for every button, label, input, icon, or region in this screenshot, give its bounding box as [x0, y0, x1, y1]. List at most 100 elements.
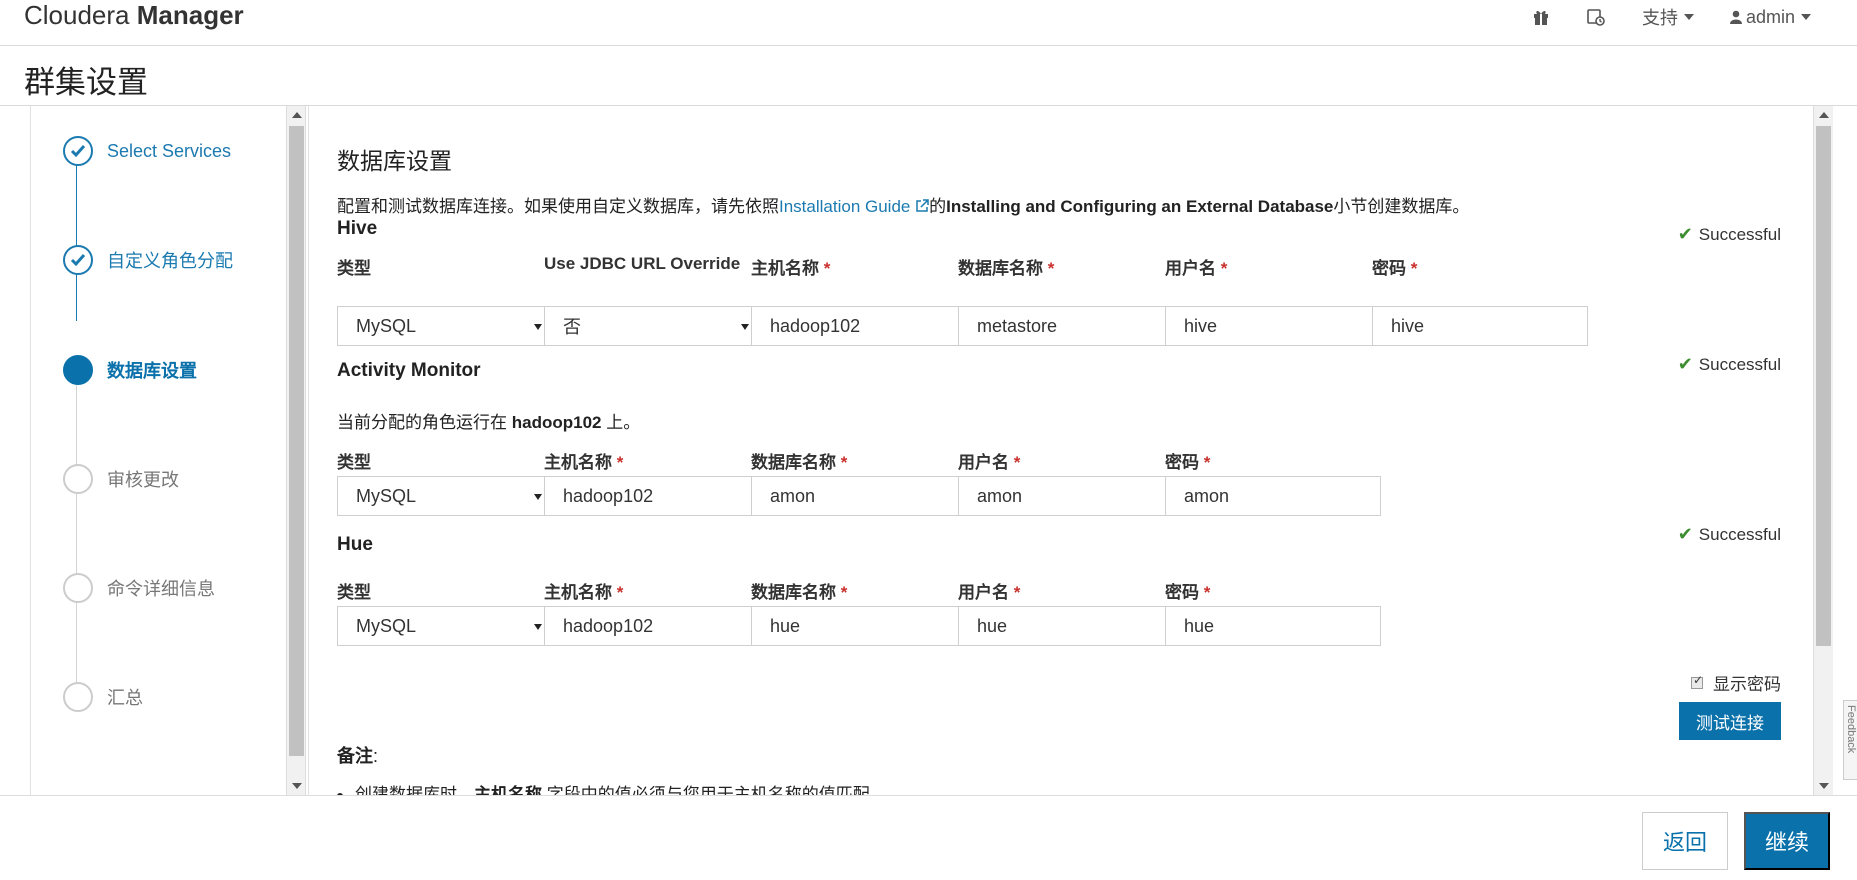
- brand-light: Cloudera: [24, 0, 137, 30]
- step-select-services[interactable]: Select Services: [63, 136, 231, 166]
- top-navbar: Cloudera Manager 支持 admin: [0, 0, 1857, 46]
- check-icon: [63, 136, 93, 166]
- hive-title: Hive: [337, 218, 378, 239]
- amon-type-label: 类型: [337, 453, 371, 472]
- scrollbar-thumb[interactable]: [1816, 126, 1831, 646]
- hue-password-label: 密码 *: [1165, 583, 1211, 602]
- support-label: 支持: [1641, 8, 1678, 28]
- user-menu[interactable]: admin: [1712, 6, 1829, 28]
- hue-status: ✔ Successful: [1677, 524, 1781, 544]
- installation-guide-link[interactable]: Installation Guide: [779, 197, 929, 216]
- back-button[interactable]: 返回: [1642, 812, 1728, 870]
- hive-host-input[interactable]: hadoop102: [751, 306, 967, 346]
- amon-dbname-input[interactable]: amon: [751, 476, 967, 516]
- check-icon: ✔: [1677, 354, 1693, 374]
- amon-status: ✔ Successful: [1677, 354, 1781, 374]
- hue-user-input[interactable]: hue: [958, 606, 1174, 646]
- check-icon: [63, 245, 93, 275]
- pending-step-dot: [63, 464, 93, 494]
- notes-title: 备注:: [337, 746, 379, 766]
- step-label: 命令详细信息: [107, 579, 215, 599]
- hive-dbname-label: 数据库名称 *: [958, 259, 1055, 278]
- scroll-up-icon[interactable]: [292, 112, 302, 118]
- step-label: 自定义角色分配: [107, 251, 233, 271]
- top-nav: 支持 admin: [1514, 6, 1829, 28]
- show-password-toggle[interactable]: 显示密码: [1691, 670, 1781, 695]
- hive-jdbc-select[interactable]: 否: [544, 306, 760, 346]
- wizard-footer: 返回 继续: [0, 795, 1857, 880]
- amon-note: 当前分配的角色运行在 hadoop102 上。: [337, 413, 641, 432]
- note-item: 创建数据库时，主机名称 字段中的值必须与您用于主机名称的值匹配: [337, 780, 870, 795]
- hue-type-select[interactable]: MySQL: [337, 606, 553, 646]
- running-commands-icon[interactable]: [1568, 6, 1624, 28]
- amon-host-input[interactable]: hadoop102: [544, 476, 760, 516]
- hue-title: Hue: [337, 534, 373, 555]
- brand-logo[interactable]: Cloudera Manager: [24, 0, 244, 30]
- hive-dbname-input[interactable]: metastore: [958, 306, 1174, 346]
- hive-type-select[interactable]: MySQL: [337, 306, 553, 346]
- step-command-details: 命令详细信息: [63, 573, 215, 603]
- amon-type-select[interactable]: MySQL: [337, 476, 553, 516]
- hive-jdbc-label: Use JDBC URL Override: [544, 254, 741, 273]
- show-password-checkbox[interactable]: [1691, 673, 1703, 689]
- amon-password-label: 密码 *: [1165, 453, 1211, 472]
- hue-password-input[interactable]: hue: [1165, 606, 1381, 646]
- hue-host-input[interactable]: hadoop102: [544, 606, 760, 646]
- test-connection-button[interactable]: 测试连接: [1679, 702, 1781, 740]
- hive-status: ✔ Successful: [1677, 224, 1781, 244]
- support-menu[interactable]: 支持: [1624, 6, 1712, 28]
- main-scrollbar[interactable]: [1813, 106, 1833, 795]
- hive-user-label: 用户名 *: [1165, 259, 1228, 278]
- section-title: 数据库设置: [337, 148, 452, 174]
- intro-prefix: 配置和测试数据库连接。如果使用自定义数据库，请先依照: [337, 197, 779, 216]
- user-label: admin: [1745, 6, 1795, 27]
- chevron-down-icon: [1683, 14, 1694, 20]
- check-icon: ✔: [1677, 524, 1693, 544]
- user-icon: [1729, 10, 1742, 24]
- step-label: 审核更改: [107, 470, 179, 490]
- pending-step-dot: [63, 573, 93, 603]
- scrollbar-thumb[interactable]: [289, 126, 304, 756]
- sidebar-scrollbar[interactable]: [286, 106, 306, 795]
- intro-mid: 的: [929, 197, 947, 216]
- amon-password-input[interactable]: amon: [1165, 476, 1381, 516]
- amon-title: Activity Monitor: [337, 360, 481, 381]
- continue-button[interactable]: 继续: [1744, 812, 1830, 870]
- step-review-changes: 审核更改: [63, 464, 179, 494]
- hue-user-label: 用户名 *: [958, 583, 1021, 602]
- amon-host-label: 主机名称 *: [544, 453, 624, 472]
- chevron-down-icon: [1801, 14, 1811, 20]
- hue-host-label: 主机名称 *: [544, 583, 624, 602]
- check-icon: ✔: [1677, 224, 1693, 244]
- amon-user-input[interactable]: amon: [958, 476, 1174, 516]
- scroll-down-icon[interactable]: [1819, 783, 1829, 789]
- main-content: 数据库设置 配置和测试数据库连接。如果使用自定义数据库，请先依照Installa…: [308, 106, 1813, 795]
- scroll-up-icon[interactable]: [1819, 112, 1829, 118]
- step-label: Select Services: [107, 140, 232, 161]
- feedback-tab[interactable]: Feedback: [1843, 700, 1857, 780]
- pending-step-dot: [63, 682, 93, 712]
- steps-pending-line: [76, 371, 77, 701]
- step-label: 汇总: [107, 688, 143, 708]
- hue-type-label: 类型: [337, 583, 371, 602]
- step-role-assignment[interactable]: 自定义角色分配: [63, 245, 233, 275]
- step-database-setup: 数据库设置: [63, 355, 197, 385]
- hive-user-input[interactable]: hive: [1165, 306, 1381, 346]
- page-title: 群集设置: [24, 65, 148, 100]
- hue-dbname-input[interactable]: hue: [751, 606, 967, 646]
- scroll-down-icon[interactable]: [292, 783, 302, 789]
- steps-progress-line: [76, 151, 77, 321]
- hue-dbname-label: 数据库名称 *: [751, 583, 848, 602]
- wizard-steps: Select Services 自定义角色分配 数据库设置 审核更改 命令详细信…: [30, 106, 285, 795]
- amon-user-label: 用户名 *: [958, 453, 1021, 472]
- gift-icon[interactable]: [1514, 6, 1568, 28]
- intro-bold: Installing and Configuring an External D…: [946, 197, 1334, 216]
- hive-type-label: 类型: [337, 259, 371, 278]
- show-password-label: 显示密码: [1713, 675, 1781, 694]
- intro-text: 配置和测试数据库连接。如果使用自定义数据库，请先依照Installation G…: [337, 192, 1469, 217]
- hive-password-label: 密码 *: [1372, 259, 1418, 278]
- hive-password-input[interactable]: hive: [1372, 306, 1588, 346]
- step-label: 数据库设置: [107, 361, 197, 381]
- amon-dbname-label: 数据库名称 *: [751, 453, 848, 472]
- hive-host-label: 主机名称 *: [751, 259, 831, 278]
